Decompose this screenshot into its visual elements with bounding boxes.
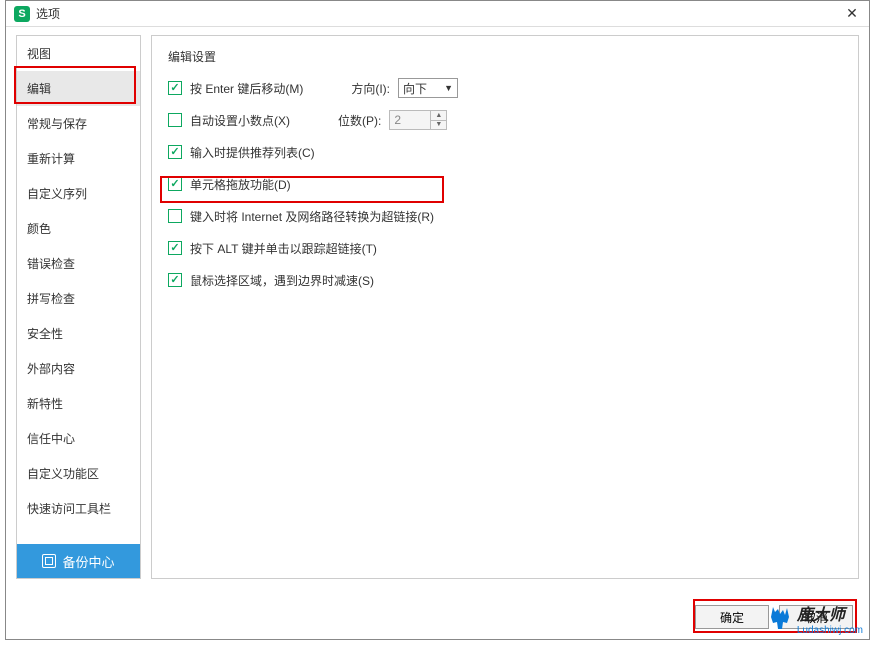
section-title: 编辑设置: [168, 48, 842, 65]
sidebar-item-security[interactable]: 安全性: [17, 316, 140, 351]
option-hyperlink: 键入时将 Internet 及网络路径转换为超链接(R): [168, 205, 842, 227]
sidebar-item-custom-list[interactable]: 自定义序列: [17, 176, 140, 211]
checkbox-alt-click-link[interactable]: [168, 241, 182, 255]
dialog-body: 视图 编辑 常规与保存 重新计算 自定义序列 颜色 错误检查 拼写检查 安全性 …: [6, 27, 869, 587]
backup-icon: [42, 554, 56, 568]
backup-center-button[interactable]: 备份中心: [17, 544, 140, 578]
checkbox-autocomplete[interactable]: [168, 145, 182, 159]
app-icon: [14, 6, 30, 22]
option-mouse-slow: 鼠标选择区域，遇到边界时减速(S): [168, 269, 842, 291]
sidebar-item-quick-access[interactable]: 快速访问工具栏: [17, 491, 140, 526]
checkbox-enter-move[interactable]: [168, 81, 182, 95]
backup-label: 备份中心: [62, 552, 114, 571]
option-label: 单元格拖放功能(D): [190, 176, 291, 193]
option-autocomplete: 输入时提供推荐列表(C): [168, 141, 842, 163]
chevron-down-icon: ▼: [444, 83, 453, 93]
direction-label: 方向(I):: [351, 80, 390, 97]
options-dialog: 选项 ✕ 视图 编辑 常规与保存 重新计算 自定义序列 颜色 错误检查 拼写检查…: [5, 0, 870, 640]
watermark: 鹿大师 Ludashiwj.com: [765, 603, 863, 640]
checkbox-cell-drag[interactable]: [168, 177, 182, 191]
option-label: 按 Enter 键后移动(M): [190, 80, 303, 97]
option-label: 键入时将 Internet 及网络路径转换为超链接(R): [190, 208, 434, 225]
watermark-url: Ludashiwj.com: [797, 625, 863, 636]
option-label: 输入时提供推荐列表(C): [190, 144, 315, 161]
checkbox-auto-decimal[interactable]: [168, 113, 182, 127]
content-panel: 编辑设置 按 Enter 键后移动(M) 方向(I): 向下 ▼ 自动设置小数点…: [151, 35, 859, 579]
option-enter-move: 按 Enter 键后移动(M) 方向(I): 向下 ▼: [168, 77, 842, 99]
spinner-down-icon[interactable]: ▼: [430, 121, 446, 130]
deer-icon: [765, 603, 795, 640]
option-label: 按下 ALT 键并单击以跟踪超链接(T): [190, 240, 377, 257]
sidebar-item-error-check[interactable]: 错误检查: [17, 246, 140, 281]
sidebar-item-view[interactable]: 视图: [17, 36, 140, 71]
digits-spinner[interactable]: 2 ▲ ▼: [389, 110, 447, 130]
sidebar-item-spellcheck[interactable]: 拼写检查: [17, 281, 140, 316]
watermark-brand: 鹿大师: [797, 607, 863, 625]
ok-button[interactable]: 确定: [695, 605, 769, 629]
sidebar-item-color[interactable]: 颜色: [17, 211, 140, 246]
checkbox-mouse-slow[interactable]: [168, 273, 182, 287]
dialog-title: 选项: [36, 5, 60, 22]
sidebar-list: 视图 编辑 常规与保存 重新计算 自定义序列 颜色 错误检查 拼写检查 安全性 …: [17, 36, 140, 544]
spinner-value: 2: [394, 113, 401, 127]
digits-label: 位数(P):: [338, 112, 381, 129]
sidebar-item-general-save[interactable]: 常规与保存: [17, 106, 140, 141]
checkbox-hyperlink[interactable]: [168, 209, 182, 223]
option-label: 自动设置小数点(X): [190, 112, 290, 129]
titlebar: 选项 ✕: [6, 1, 869, 27]
option-label: 鼠标选择区域，遇到边界时减速(S): [190, 272, 374, 289]
direction-dropdown[interactable]: 向下 ▼: [398, 78, 458, 98]
close-icon[interactable]: ✕: [843, 5, 861, 23]
option-auto-decimal: 自动设置小数点(X) 位数(P): 2 ▲ ▼: [168, 109, 842, 131]
sidebar-item-recalc[interactable]: 重新计算: [17, 141, 140, 176]
sidebar-item-external[interactable]: 外部内容: [17, 351, 140, 386]
sidebar-item-edit[interactable]: 编辑: [17, 71, 140, 106]
option-cell-drag: 单元格拖放功能(D): [168, 173, 842, 195]
sidebar-item-trust-center[interactable]: 信任中心: [17, 421, 140, 456]
sidebar-item-customize-ribbon[interactable]: 自定义功能区: [17, 456, 140, 491]
sidebar: 视图 编辑 常规与保存 重新计算 自定义序列 颜色 错误检查 拼写检查 安全性 …: [16, 35, 141, 579]
spinner-up-icon[interactable]: ▲: [430, 111, 446, 121]
sidebar-item-new-features[interactable]: 新特性: [17, 386, 140, 421]
dropdown-value: 向下: [403, 80, 427, 97]
option-alt-click-link: 按下 ALT 键并单击以跟踪超链接(T): [168, 237, 842, 259]
